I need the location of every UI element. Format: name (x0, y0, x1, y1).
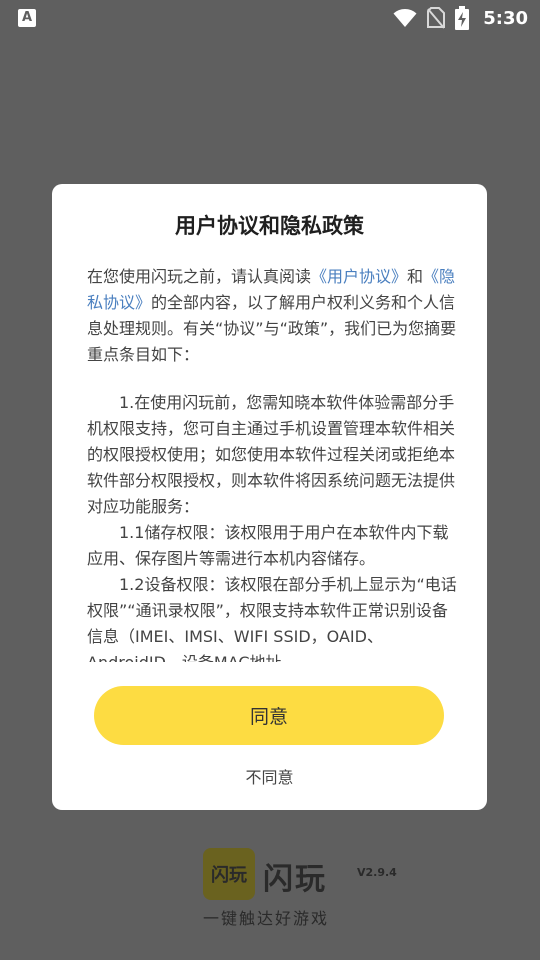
item-1-2: 1.2设备权限：该权限在部分手机上显示为“电话权限”“通讯录权限”，权限支持本软… (87, 575, 457, 662)
agreement-dialog: 用户协议和隐私政策 在您使用闪玩之前，请认真阅读《用户协议》和《隐私协议》的全部… (52, 184, 487, 810)
intro-paragraph: 在您使用闪玩之前，请认真阅读《用户协议》和《隐私协议》的全部内容，以了解用户权利… (87, 264, 457, 368)
notification-icon: A (18, 9, 36, 27)
intro-text-a: 在您使用闪玩之前，请认真阅读 (87, 267, 312, 286)
no-sim-icon (427, 7, 446, 29)
agree-button[interactable]: 同意 (94, 686, 444, 745)
app-slogan: 一键触达好游戏 (203, 909, 330, 928)
item-1: 1.在使用闪玩前，您需知晓本软件体验需部分手机权限支持，您可自主通过手机设置管理… (87, 393, 456, 516)
intro-text-b: 和 (407, 267, 424, 286)
disagree-button[interactable]: 不同意 (52, 764, 487, 788)
app-version: V2.9.4 (357, 866, 397, 879)
agreement-text[interactable]: 在您使用闪玩之前，请认真阅读《用户协议》和《隐私协议》的全部内容，以了解用户权利… (87, 264, 457, 662)
app-logo: 闪玩 (203, 848, 255, 900)
item-1-1: 1.1储存权限：该权限用于用户在本软件内下载应用、保存图片等需进行本机内容储存。 (87, 523, 449, 568)
wifi-icon (393, 9, 417, 27)
battery-charging-icon (455, 6, 470, 30)
app-name: 闪玩 (263, 862, 327, 897)
user-agreement-link[interactable]: 《用户协议》 (311, 267, 407, 286)
status-time: 5:30 (483, 7, 528, 29)
status-icons: 5:30 (393, 0, 528, 36)
status-bar: A 5:30 (0, 0, 540, 36)
dialog-title: 用户协议和隐私政策 (175, 214, 364, 238)
brand-footer: 闪玩 闪玩 V2.9.4 一键触达好游戏 (203, 848, 403, 928)
